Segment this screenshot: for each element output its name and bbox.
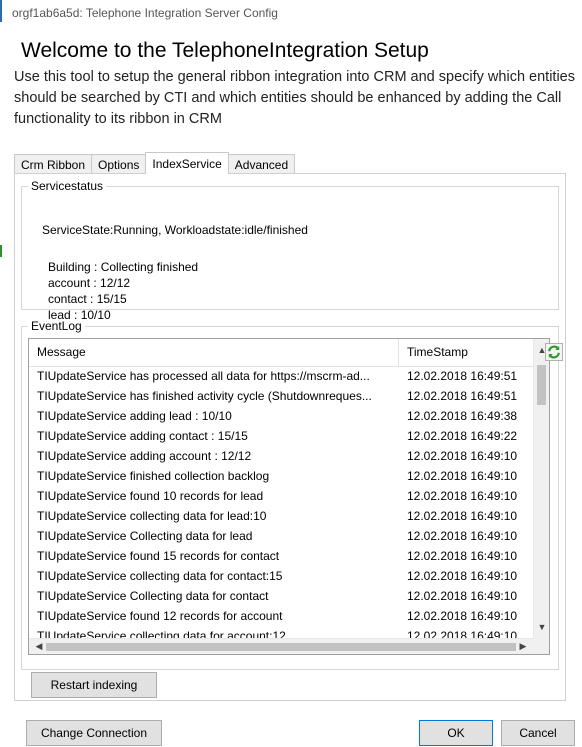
row-timestamp: 12.02.2018 16:49:22	[407, 429, 518, 443]
tab-indexservice[interactable]: IndexService	[145, 152, 229, 174]
table-row[interactable]: TIUpdateService collecting data for lead…	[29, 506, 533, 526]
grid-header: Message TimeStamp	[29, 339, 549, 367]
row-timestamp: 12.02.2018 16:49:10	[407, 509, 518, 523]
column-header-message[interactable]: Message	[37, 345, 399, 359]
row-timestamp: 12.02.2018 16:49:10	[407, 569, 518, 583]
ok-button[interactable]: OK	[419, 720, 493, 746]
refresh-button[interactable]	[545, 343, 563, 361]
row-message: TIUpdateService adding contact : 15/15	[37, 429, 248, 443]
row-message: TIUpdateService has processed all data f…	[37, 369, 370, 383]
window-accent-green	[0, 245, 2, 257]
horizontal-scroll-thumb[interactable]	[46, 643, 516, 651]
change-connection-button[interactable]: Change Connection	[26, 720, 162, 746]
building-status: Building : Collecting finished	[48, 260, 199, 274]
tab-crm-ribbon[interactable]: Crm Ribbon	[14, 154, 93, 174]
scroll-right-icon[interactable]: ▶	[515, 641, 531, 652]
row-timestamp: 12.02.2018 16:49:38	[407, 409, 518, 423]
row-timestamp: 12.02.2018 16:49:51	[407, 389, 518, 403]
row-message: TIUpdateService collecting data for lead…	[37, 509, 267, 523]
vertical-scrollbar[interactable]: ▲ ▼	[533, 339, 549, 640]
scroll-left-icon[interactable]: ◀	[31, 641, 47, 652]
row-message: TIUpdateService finished collection back…	[37, 469, 270, 483]
servicestatus-group: Servicestatus ServiceState:Running, Work…	[21, 179, 559, 322]
row-message: TIUpdateService collecting data for cont…	[37, 569, 283, 583]
row-timestamp: 12.02.2018 16:49:10	[407, 449, 518, 463]
row-timestamp: 12.02.2018 16:49:10	[407, 609, 518, 623]
row-timestamp: 12.02.2018 16:49:51	[407, 369, 518, 383]
row-timestamp: 12.02.2018 16:49:10	[407, 549, 518, 563]
row-timestamp: 12.02.2018 16:49:10	[407, 589, 518, 603]
row-message: TIUpdateService adding lead : 10/10	[37, 409, 232, 423]
page-description: Use this tool to setup the general ribbo…	[14, 69, 575, 127]
tab-advanced[interactable]: Advanced	[227, 154, 296, 174]
row-timestamp: 12.02.2018 16:49:10	[407, 529, 518, 543]
table-row[interactable]: TIUpdateService has finished activity cy…	[29, 386, 533, 406]
grid-body: TIUpdateService has processed all data f…	[29, 366, 533, 640]
eventlog-grid[interactable]: Message TimeStamp TIUpdateService has pr…	[28, 338, 550, 655]
scroll-down-icon[interactable]: ▼	[534, 622, 549, 632]
refresh-icon	[548, 345, 560, 359]
row-message: TIUpdateService Collecting data for lead	[37, 529, 253, 543]
service-state-text: ServiceState:Running, Workloadstate:idle…	[42, 223, 308, 237]
row-message: TIUpdateService has finished activity cy…	[37, 389, 372, 403]
row-timestamp: 12.02.2018 16:49:10	[407, 469, 518, 483]
table-row[interactable]: TIUpdateService adding contact : 15/15 12…	[29, 426, 533, 446]
page-title: Welcome to the TelephoneIntegration Setu…	[21, 39, 429, 62]
row-message: TIUpdateService Collecting data for cont…	[37, 589, 269, 603]
cancel-button[interactable]: Cancel	[501, 720, 575, 746]
table-row[interactable]: TIUpdateService found 10 records for lea…	[29, 486, 533, 506]
scrollbar-corner	[533, 638, 549, 654]
table-row[interactable]: TIUpdateService adding account : 12/12 12…	[29, 446, 533, 466]
table-row[interactable]: TIUpdateService Collecting data for lead…	[29, 526, 533, 546]
service-progress-lines: Building : Collecting finished account :…	[48, 259, 198, 323]
vertical-scroll-thumb[interactable]	[537, 365, 546, 405]
horizontal-scrollbar[interactable]: ◀ ▶	[29, 638, 533, 654]
window-title: orgf1ab6a5d: Telephone Integration Serve…	[12, 6, 278, 20]
account-progress: account : 12/12	[48, 276, 131, 290]
tab-strip: Crm Ribbon Options IndexService Advanced	[14, 152, 296, 174]
row-timestamp: 12.02.2018 16:49:10	[407, 489, 518, 503]
row-message: TIUpdateService found 15 records for con…	[37, 549, 280, 563]
eventlog-legend: EventLog	[28, 319, 85, 333]
table-row[interactable]: TIUpdateService adding lead : 10/10 12.02…	[29, 406, 533, 426]
table-row[interactable]: TIUpdateService found 15 records for con…	[29, 546, 533, 566]
restart-indexing-button[interactable]: Restart indexing	[31, 672, 157, 698]
servicestatus-legend: Servicestatus	[28, 179, 107, 193]
row-message: TIUpdateService found 12 records for acc…	[37, 609, 283, 623]
table-row[interactable]: TIUpdateService collecting data for cont…	[29, 566, 533, 586]
table-row[interactable]: TIUpdateService has processed all data f…	[29, 366, 533, 386]
tab-options[interactable]: Options	[91, 154, 147, 174]
row-message: TIUpdateService adding account : 12/12	[37, 449, 252, 463]
table-row[interactable]: TIUpdateService Collecting data for cont…	[29, 586, 533, 606]
row-message: TIUpdateService found 10 records for lea…	[37, 489, 264, 503]
column-divider	[398, 339, 399, 366]
column-header-timestamp[interactable]: TimeStamp	[407, 345, 525, 359]
contact-progress: contact : 15/15	[48, 292, 127, 306]
table-row[interactable]: TIUpdateService found 12 records for acc…	[29, 606, 533, 626]
table-row[interactable]: TIUpdateService finished collection back…	[29, 466, 533, 486]
window-accent	[0, 0, 2, 22]
